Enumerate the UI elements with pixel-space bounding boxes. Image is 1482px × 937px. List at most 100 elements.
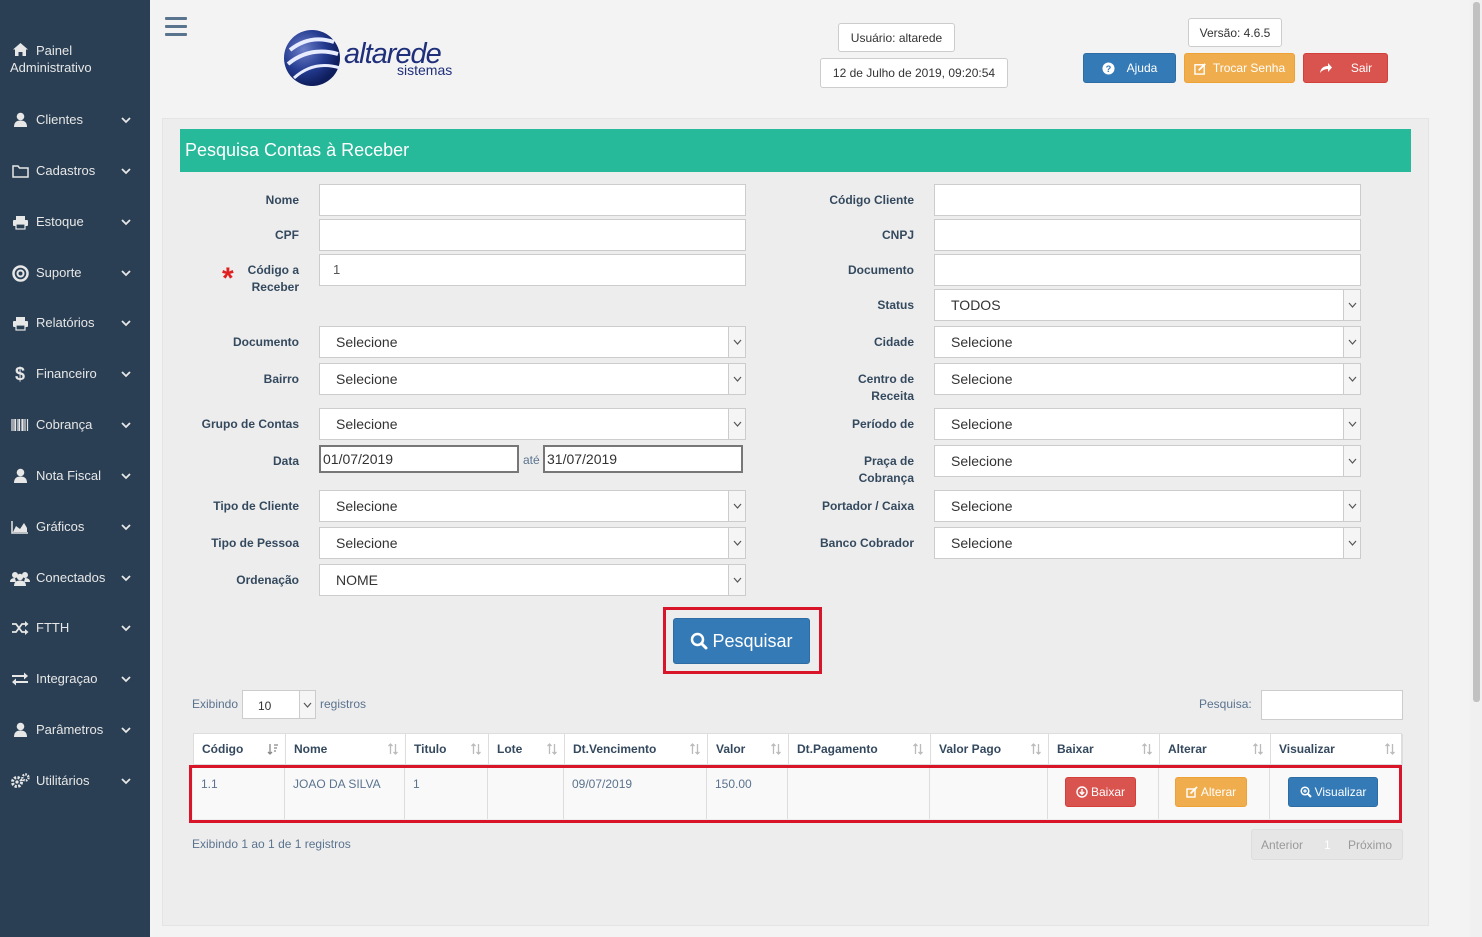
sidebar-item-label: Suporte	[36, 265, 82, 280]
baixar-button[interactable]: Baixar	[1065, 777, 1136, 807]
alterar-button[interactable]: Alterar	[1175, 777, 1247, 807]
chevron-down-icon	[1343, 290, 1360, 320]
periodo-label: Período de	[851, 417, 914, 431]
tipo-pessoa-select-value: Selecione	[336, 535, 398, 551]
banco-select[interactable]: Selecione	[934, 527, 1361, 559]
ordenacao-select[interactable]: NOME	[319, 564, 746, 596]
column-header-label: Lote	[497, 742, 523, 756]
portador-select[interactable]: Selecione	[934, 490, 1361, 522]
documento-input[interactable]	[934, 254, 1361, 286]
centro-receita-select[interactable]: Selecione	[934, 363, 1361, 395]
tipo-pessoa-select[interactable]: Selecione	[319, 527, 746, 559]
help-label: Ajuda	[1126, 61, 1158, 75]
chevron-down-icon	[1343, 528, 1360, 558]
edit-icon	[1194, 62, 1206, 75]
folder-icon	[9, 161, 31, 181]
chevron-down-icon	[121, 163, 133, 175]
column-header[interactable]: Dt.Pagamento	[789, 734, 931, 765]
sidebar-item-painel-administrativo[interactable]: Painel Administrativo	[0, 40, 150, 84]
pager-prev-button[interactable]: Anterior	[1261, 838, 1303, 852]
page-size-select[interactable]: 10	[242, 690, 316, 719]
chevron-down-icon	[121, 722, 133, 734]
scrollbar-thumb[interactable]	[1473, 2, 1480, 702]
data-label: Data	[272, 454, 299, 468]
sidebar-item-conectados[interactable]: Conectados	[0, 566, 150, 610]
help-button[interactable]: ? Ajuda	[1083, 53, 1176, 83]
documento-right-label: Documento	[848, 263, 914, 277]
search-button[interactable]: Pesquisar	[673, 618, 810, 664]
column-header[interactable]: Alterar	[1160, 734, 1271, 765]
users-icon	[9, 568, 31, 588]
column-header[interactable]: Visualizar	[1271, 734, 1403, 765]
column-header[interactable]: Código	[194, 734, 286, 765]
sidebar-item-cadastros[interactable]: Cadastros	[0, 159, 150, 203]
status-select[interactable]: TODOS	[934, 289, 1361, 321]
periodo-select[interactable]: Selecione	[934, 408, 1361, 440]
column-header[interactable]: Valor	[708, 734, 789, 765]
praca-select[interactable]: Selecione	[934, 445, 1361, 477]
sidebar-item-label: FTTH	[36, 620, 70, 635]
sidebar-item-financeiro[interactable]: $ Financeiro	[0, 362, 150, 406]
column-header[interactable]: Lote	[489, 734, 565, 765]
codigo-cliente-input[interactable]	[934, 184, 1361, 216]
chevron-down-icon	[121, 620, 133, 632]
change-password-button[interactable]: Trocar Senha	[1184, 53, 1295, 83]
documento-select[interactable]: Selecione	[319, 326, 746, 358]
sidebar-item-estoque[interactable]: Estoque	[0, 210, 150, 254]
column-header[interactable]: Valor Pago	[931, 734, 1049, 765]
show-label: Exibindo	[192, 697, 239, 711]
column-header-label: Dt.Pagamento	[797, 742, 878, 756]
chevron-down-icon	[121, 570, 133, 582]
datetime-badge: 12 de Julho de 2019, 09:20:54	[820, 58, 1008, 88]
visualizar-button[interactable]: Visualizar	[1288, 777, 1378, 807]
column-header[interactable]: Titulo	[406, 734, 489, 765]
cpf-input[interactable]	[319, 219, 746, 251]
table-search-input[interactable]	[1261, 690, 1403, 720]
column-header-label: Titulo	[414, 742, 447, 756]
cnpj-input[interactable]	[934, 219, 1361, 251]
sidebar-item-parametros[interactable]: Parâmetros	[0, 718, 150, 762]
grupo-contas-select[interactable]: Selecione	[319, 408, 746, 440]
sort-icon	[1030, 743, 1042, 758]
sidebar-item-suporte[interactable]: Suporte	[0, 261, 150, 305]
column-header-label: Valor Pago	[939, 742, 1002, 756]
codigo-receber-input[interactable]: 1	[319, 254, 746, 286]
column-header[interactable]: Nome	[286, 734, 406, 765]
data-to-input[interactable]: 31/07/2019	[543, 445, 743, 473]
tipo-cliente-select[interactable]: Selecione	[319, 490, 746, 522]
chevron-down-icon	[728, 491, 745, 521]
sidebar-item-nota-fiscal[interactable]: Nota Fiscal	[0, 464, 150, 508]
pagination: Anterior 1 Próximo	[1251, 829, 1403, 860]
sort-icon	[770, 743, 782, 758]
cpf-label: CPF	[275, 228, 299, 242]
sidebar-item-utilitarios[interactable]: Utilitários	[0, 769, 150, 813]
nome-input[interactable]	[319, 184, 746, 216]
data-from-input[interactable]: 01/07/2019	[319, 445, 519, 473]
sidebar-item-graficos[interactable]: Gráficos	[0, 515, 150, 559]
sidebar-item-clientes[interactable]: Clientes	[0, 108, 150, 152]
sort-icon	[1384, 743, 1396, 758]
sidebar-item-ftth[interactable]: FTTH	[0, 616, 150, 660]
barcode-icon	[9, 415, 31, 435]
column-header-label: Alterar	[1168, 742, 1207, 756]
sidebar-item-relatorios[interactable]: Relatórios	[0, 311, 150, 355]
chevron-down-icon	[121, 671, 133, 683]
column-header[interactable]: Baixar	[1049, 734, 1160, 765]
menu-toggle-icon[interactable]	[165, 17, 187, 37]
change-password-label: Trocar Senha	[1212, 61, 1286, 75]
sidebar-item-integracao[interactable]: Integraçao	[0, 667, 150, 711]
area-chart-icon	[9, 517, 31, 537]
column-header-label: Nome	[294, 742, 328, 756]
logout-label: Sair	[1350, 61, 1373, 75]
bairro-select[interactable]: Selecione	[319, 363, 746, 395]
logout-button[interactable]: Sair	[1303, 53, 1388, 83]
sidebar-item-cobranca[interactable]: Cobrança	[0, 413, 150, 457]
chevron-down-icon	[121, 315, 133, 327]
column-header[interactable]: Dt.Vencimento	[565, 734, 708, 765]
pager-page-button[interactable]: 1	[1324, 838, 1331, 852]
pager-next-button[interactable]: Próximo	[1348, 838, 1392, 852]
chevron-down-icon	[121, 468, 133, 480]
cidade-select[interactable]: Selecione	[934, 326, 1361, 358]
question-circle-icon: ?	[1102, 61, 1115, 75]
column-header-label: Baixar	[1057, 742, 1094, 756]
